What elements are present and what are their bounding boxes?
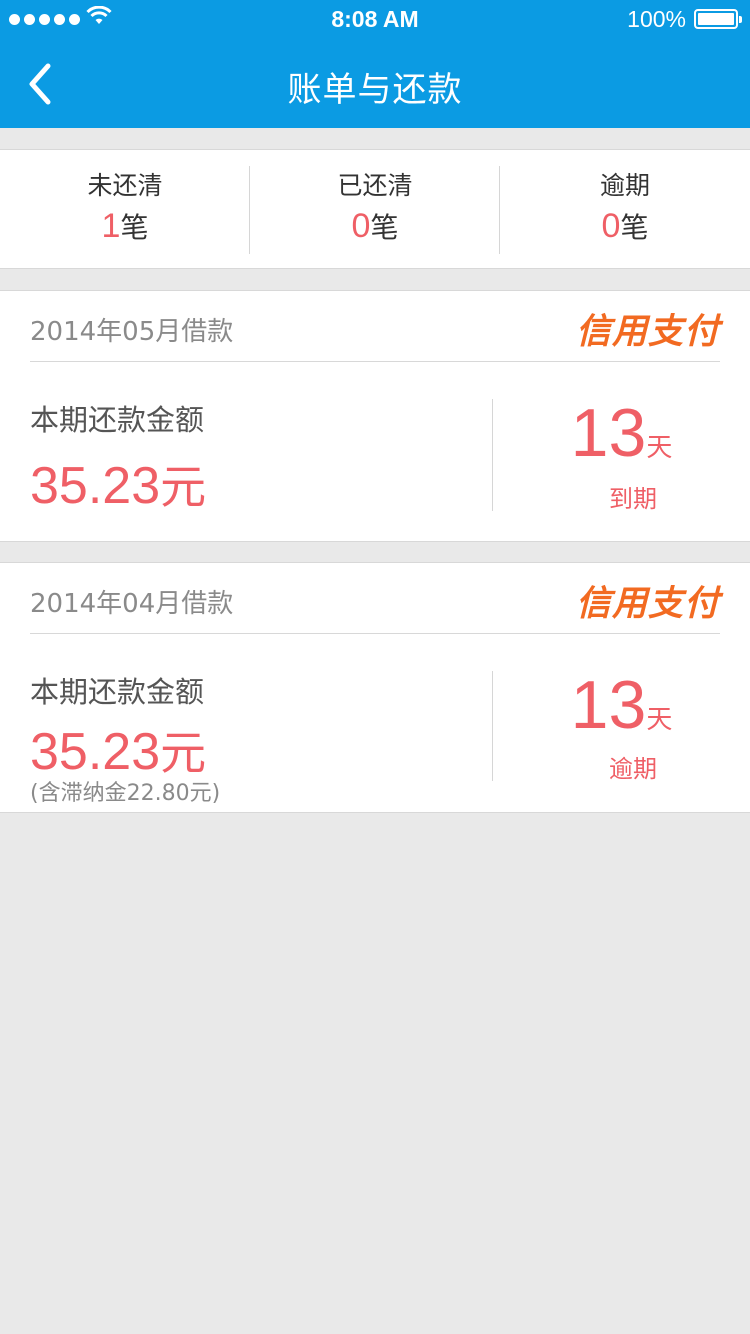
summary-overdue-label: 逾期 <box>599 171 650 200</box>
days-count: 13天 <box>493 399 750 467</box>
page-title: 账单与还款 <box>287 70 463 110</box>
due-status: 到期 <box>609 485 657 513</box>
summary-overdue-count: 0 <box>601 207 621 245</box>
status-bar: 8:08 AM 100% <box>0 0 750 40</box>
battery-icon <box>694 9 742 29</box>
loan-card[interactable]: 2014年04月借款 信用支付 本期还款金额 35.23元 (含滞纳金22.80… <box>0 562 750 813</box>
summary-paid-count: 0 <box>351 207 371 245</box>
summary-unpaid-count: 1 <box>101 207 121 245</box>
overdue-status: 逾期 <box>609 755 657 783</box>
loan-card-header: 2014年05月借款 信用支付 <box>30 291 720 362</box>
amount-number: 35.23 <box>30 723 161 781</box>
amount-label: 本期还款金额 <box>30 675 205 709</box>
days-number: 13 <box>570 395 647 471</box>
loan-card[interactable]: 2014年05月借款 信用支付 本期还款金额 35.23元 13天 到期 <box>0 290 750 542</box>
amount-unit: 元 <box>160 460 207 514</box>
header-bar: 8:08 AM 100% 账单与还款 <box>0 0 750 128</box>
loan-summary: 未还清 1笔 已还清 0笔 逾期 0笔 <box>0 149 750 269</box>
days-count: 13天 <box>493 671 750 739</box>
summary-paid-label: 已还清 <box>337 171 413 200</box>
summary-unpaid-unit: 笔 <box>120 211 149 244</box>
amount-value: 35.23元 <box>30 451 206 517</box>
amount-value: 35.23元 <box>30 717 206 783</box>
amount-label: 本期还款金额 <box>30 403 205 437</box>
summary-unpaid[interactable]: 未还清 1笔 <box>0 150 250 268</box>
credit-pay-logo: 信用支付 <box>575 312 720 352</box>
loan-date: 2014年05月借款 <box>30 317 234 347</box>
days-number: 13 <box>570 667 647 743</box>
credit-pay-logo: 信用支付 <box>575 584 720 624</box>
days-unit: 天 <box>646 705 673 735</box>
amount-number: 35.23 <box>30 457 161 515</box>
summary-unpaid-label: 未还清 <box>87 171 163 200</box>
amount-unit: 元 <box>160 726 207 780</box>
loan-date: 2014年04月借款 <box>30 589 234 619</box>
summary-overdue-unit: 笔 <box>620 211 649 244</box>
summary-paid[interactable]: 已还清 0笔 <box>250 150 500 268</box>
battery-percent: 100% <box>627 6 686 32</box>
days-unit: 天 <box>646 433 673 463</box>
loan-card-header: 2014年04月借款 信用支付 <box>30 563 720 634</box>
late-fee-note: (含滞纳金22.80元) <box>30 781 221 806</box>
summary-overdue[interactable]: 逾期 0笔 <box>500 150 750 268</box>
summary-paid-unit: 笔 <box>370 211 399 244</box>
